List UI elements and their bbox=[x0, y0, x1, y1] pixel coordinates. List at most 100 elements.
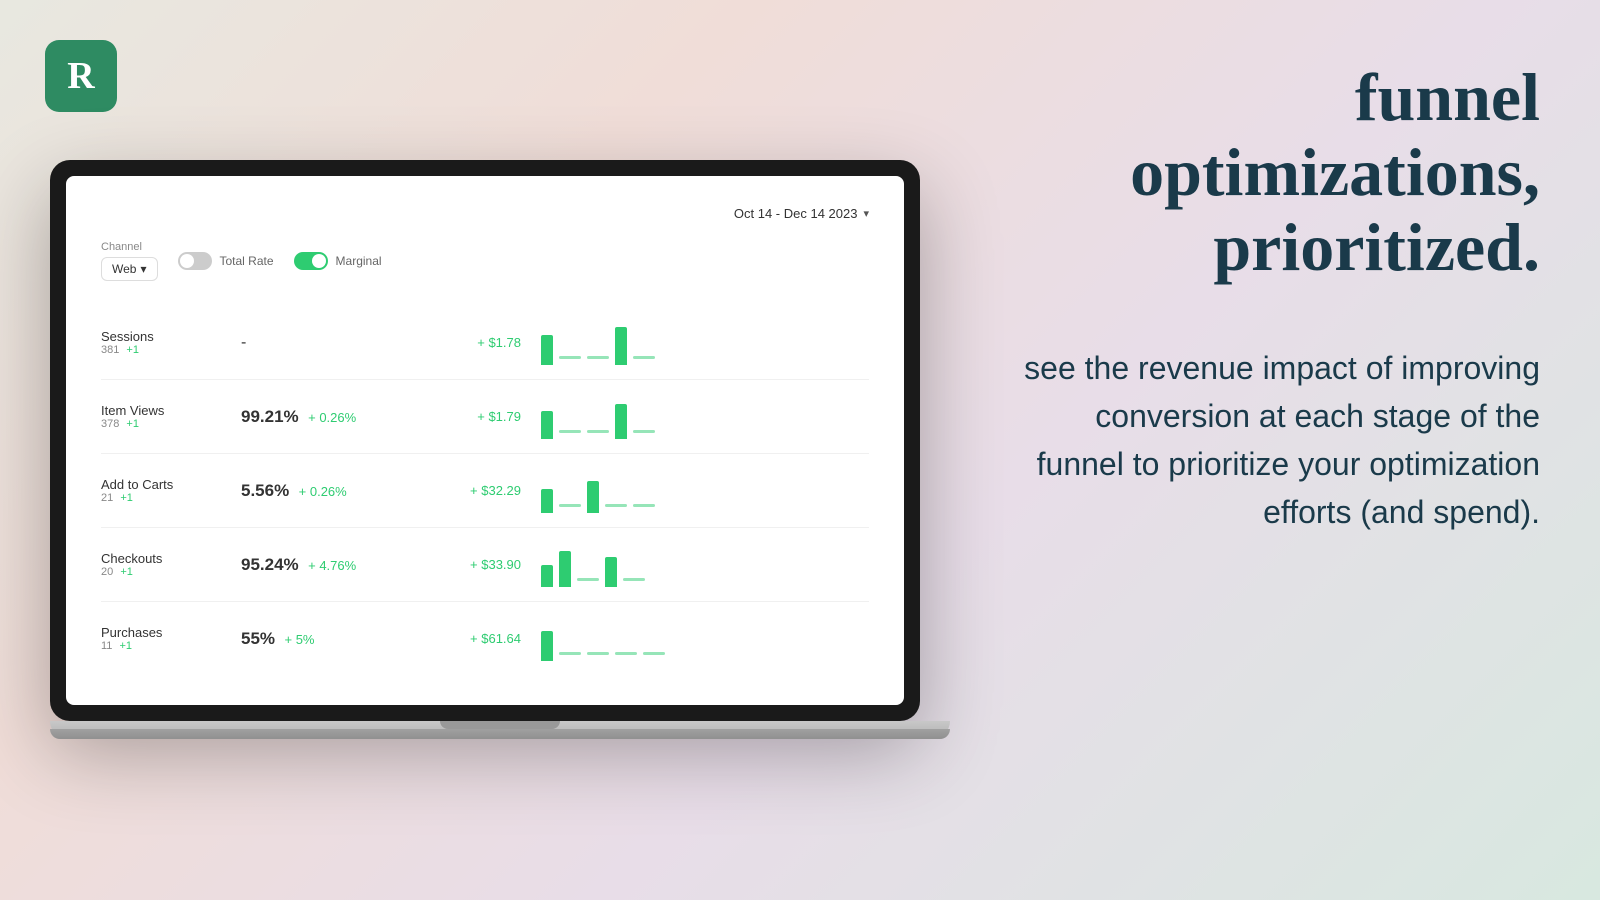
date-range-selector[interactable]: Oct 14 - Dec 14 2023 ▾ bbox=[734, 206, 869, 221]
rate-delta: + 5% bbox=[284, 632, 314, 647]
bar-group bbox=[615, 327, 627, 365]
chart-col bbox=[541, 542, 869, 587]
headline-line2: prioritized. bbox=[1213, 209, 1540, 285]
subtext: see the revenue impact of improving conv… bbox=[1020, 344, 1540, 536]
bar-dash bbox=[633, 356, 655, 359]
revenue-col: + $61.64 bbox=[441, 631, 541, 646]
bar-group bbox=[615, 404, 627, 439]
bar bbox=[541, 335, 553, 365]
laptop-body: Oct 14 - Dec 14 2023 ▾ Channel Web ▾ Tot… bbox=[50, 160, 920, 721]
laptop-base bbox=[50, 721, 950, 739]
chart-col bbox=[541, 320, 869, 365]
rate-col: - bbox=[241, 334, 441, 352]
bar-dash bbox=[643, 652, 665, 655]
bar-group bbox=[587, 481, 599, 513]
laptop-wrapper: Oct 14 - Dec 14 2023 ▾ Channel Web ▾ Tot… bbox=[50, 160, 950, 739]
bar-dash bbox=[633, 504, 655, 507]
bar bbox=[605, 557, 617, 587]
bar bbox=[615, 327, 627, 365]
table-row: Purchases 11 +1 55% + 5% + $61.64 bbox=[101, 602, 869, 675]
bar bbox=[541, 489, 553, 513]
metric-delta: +1 bbox=[126, 418, 139, 430]
headline: funnel optimizations, prioritized. bbox=[1020, 60, 1540, 284]
channel-value: Web bbox=[112, 262, 136, 276]
channel-select[interactable]: Web ▾ bbox=[101, 257, 158, 281]
bar-dash bbox=[559, 652, 581, 655]
rate-col: 95.24% + 4.76% bbox=[241, 555, 441, 575]
total-rate-toggle-group: Total Rate bbox=[178, 252, 274, 270]
bar-group bbox=[541, 489, 553, 513]
bar-dash bbox=[587, 430, 609, 433]
bar-dash bbox=[559, 356, 581, 359]
bar-dash bbox=[623, 578, 645, 581]
metric-col-addtocart: Add to Carts 21 +1 bbox=[101, 477, 241, 504]
revenue-col: + $1.78 bbox=[441, 335, 541, 350]
marginal-label: Marginal bbox=[336, 254, 382, 268]
funnel-table: Sessions 381 +1 - + $1.78 bbox=[101, 306, 869, 675]
bar-dash bbox=[605, 504, 627, 507]
rate-value: 99.21% bbox=[241, 407, 299, 426]
rate-delta: + 4.76% bbox=[308, 558, 356, 573]
rate-value: 5.56% bbox=[241, 481, 289, 500]
metric-col-sessions: Sessions 381 +1 bbox=[101, 329, 241, 356]
bar-group bbox=[605, 557, 617, 587]
bar bbox=[559, 551, 571, 587]
bar-group bbox=[541, 335, 553, 365]
revenue-col: + $1.79 bbox=[441, 409, 541, 424]
revenue-col: + $32.29 bbox=[441, 483, 541, 498]
bar bbox=[541, 411, 553, 439]
metric-count: 378 bbox=[101, 418, 119, 430]
app-logo: R bbox=[45, 40, 117, 112]
bar-dash bbox=[587, 652, 609, 655]
logo-letter: R bbox=[67, 54, 94, 98]
metric-delta: +1 bbox=[126, 344, 139, 356]
total-rate-toggle[interactable] bbox=[178, 252, 212, 270]
date-range-text: Oct 14 - Dec 14 2023 bbox=[734, 206, 858, 221]
bar-group bbox=[541, 411, 553, 439]
metric-delta: +1 bbox=[120, 566, 133, 578]
metric-name: Sessions bbox=[101, 329, 241, 344]
bar bbox=[587, 481, 599, 513]
bar-group bbox=[541, 565, 553, 587]
controls-row: Channel Web ▾ Total Rate Marginal bbox=[101, 241, 869, 281]
marginal-toggle[interactable] bbox=[294, 252, 328, 270]
metric-col-purchases: Purchases 11 +1 bbox=[101, 625, 241, 652]
table-row: Checkouts 20 +1 95.24% + 4.76% + $33.90 bbox=[101, 528, 869, 602]
bar bbox=[541, 565, 553, 587]
bar bbox=[541, 631, 553, 661]
laptop-screen: Oct 14 - Dec 14 2023 ▾ Channel Web ▾ Tot… bbox=[66, 176, 904, 705]
revenue-col: + $33.90 bbox=[441, 557, 541, 572]
chart-col bbox=[541, 468, 869, 513]
metric-name: Checkouts bbox=[101, 551, 241, 566]
bar-group bbox=[559, 551, 571, 587]
rate-delta: + 0.26% bbox=[299, 484, 347, 499]
rate-value: 95.24% bbox=[241, 555, 299, 574]
metric-name: Item Views bbox=[101, 403, 241, 418]
bar-dash bbox=[615, 652, 637, 655]
metric-delta: +1 bbox=[119, 640, 132, 652]
bar bbox=[615, 404, 627, 439]
channel-control: Channel Web ▾ bbox=[101, 241, 158, 281]
table-row: Add to Carts 21 +1 5.56% + 0.26% + $32.2… bbox=[101, 454, 869, 528]
total-rate-label: Total Rate bbox=[220, 254, 274, 268]
rate-col: 5.56% + 0.26% bbox=[241, 481, 441, 501]
chevron-down-icon: ▾ bbox=[863, 207, 869, 220]
rate-delta: + 0.26% bbox=[308, 410, 356, 425]
metric-count: 11 bbox=[101, 640, 112, 652]
rate-col: 99.21% + 0.26% bbox=[241, 407, 441, 427]
chevron-down-icon: ▾ bbox=[140, 262, 146, 276]
table-row: Item Views 378 +1 99.21% + 0.26% + $1.79 bbox=[101, 380, 869, 454]
table-row: Sessions 381 +1 - + $1.78 bbox=[101, 306, 869, 380]
right-panel: funnel optimizations, prioritized. see t… bbox=[1020, 60, 1540, 536]
bar-group bbox=[541, 631, 553, 661]
rate-col: 55% + 5% bbox=[241, 629, 441, 649]
metric-delta: +1 bbox=[120, 492, 133, 504]
rate-value: - bbox=[241, 334, 246, 351]
dashboard-header: Oct 14 - Dec 14 2023 ▾ bbox=[101, 206, 869, 221]
chart-col bbox=[541, 394, 869, 439]
marginal-toggle-group: Marginal bbox=[294, 252, 382, 270]
metric-col-checkouts: Checkouts 20 +1 bbox=[101, 551, 241, 578]
rate-value: 55% bbox=[241, 629, 275, 648]
bar-dash bbox=[559, 430, 581, 433]
metric-col-itemviews: Item Views 378 +1 bbox=[101, 403, 241, 430]
